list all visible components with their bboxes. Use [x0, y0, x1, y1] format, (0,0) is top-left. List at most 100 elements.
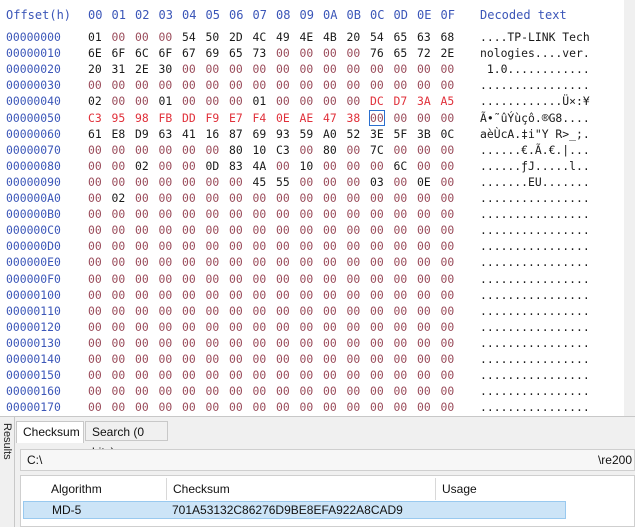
hex-byte[interactable]: 80 — [323, 143, 337, 157]
hex-byte[interactable]: 00 — [370, 272, 384, 286]
hex-byte[interactable]: 00 — [276, 384, 290, 398]
hex-byte[interactable]: 10 — [253, 143, 267, 157]
hex-byte[interactable]: 00 — [300, 400, 314, 414]
hex-byte[interactable]: 00 — [88, 191, 102, 205]
hex-byte[interactable]: 00 — [88, 352, 102, 366]
hex-byte[interactable]: 00 — [300, 304, 314, 318]
hex-byte[interactable]: 00 — [276, 320, 290, 334]
hex-byte[interactable]: 00 — [229, 94, 243, 108]
hex-byte[interactable]: 03 — [370, 175, 384, 189]
hex-byte[interactable]: 00 — [323, 255, 337, 269]
hex-byte[interactable]: 00 — [135, 288, 149, 302]
hex-byte[interactable]: 00 — [300, 288, 314, 302]
hex-byte[interactable]: 00 — [323, 384, 337, 398]
hex-byte[interactable]: 00 — [417, 143, 431, 157]
hex-byte[interactable]: 00 — [323, 272, 337, 286]
hex-byte[interactable]: 00 — [323, 175, 337, 189]
hex-byte[interactable]: 02 — [88, 94, 102, 108]
hex-byte[interactable]: 00 — [370, 336, 384, 350]
hex-byte[interactable]: 67 — [182, 46, 196, 60]
hex-byte[interactable]: 00 — [300, 368, 314, 382]
hex-byte[interactable]: 00 — [135, 368, 149, 382]
hex-byte[interactable]: 00 — [182, 191, 196, 205]
hex-byte[interactable]: 0D — [206, 159, 220, 173]
hex-byte[interactable]: 00 — [206, 320, 220, 334]
hex-byte[interactable]: 00 — [417, 352, 431, 366]
hex-byte[interactable]: 00 — [394, 143, 408, 157]
hex-byte[interactable]: 00 — [347, 175, 361, 189]
hex-byte[interactable]: 95 — [112, 111, 126, 125]
hex-byte[interactable]: 00 — [441, 62, 455, 76]
hex-byte[interactable]: 7C — [370, 143, 384, 157]
decoded-text-row[interactable]: ................ — [480, 368, 590, 382]
decoded-text-row[interactable]: ................ — [480, 272, 590, 286]
hex-byte[interactable]: 00 — [323, 78, 337, 92]
hex-byte[interactable]: 00 — [441, 320, 455, 334]
hex-byte[interactable]: 00 — [347, 384, 361, 398]
hex-byte[interactable]: 00 — [300, 46, 314, 60]
hex-byte[interactable]: 00 — [394, 223, 408, 237]
hex-byte[interactable]: 00 — [276, 191, 290, 205]
hex-byte[interactable]: 00 — [276, 239, 290, 253]
hex-byte[interactable]: 4A — [253, 159, 267, 173]
hex-byte[interactable]: 00 — [441, 384, 455, 398]
decoded-text-row[interactable]: ................ — [480, 304, 590, 318]
hex-byte[interactable]: 00 — [229, 207, 243, 221]
decoded-text-row[interactable]: ................ — [480, 239, 590, 253]
hex-byte[interactable]: 00 — [159, 288, 173, 302]
hex-byte[interactable]: 00 — [417, 272, 431, 286]
hex-byte[interactable]: 63 — [159, 127, 173, 141]
hex-byte[interactable]: 00 — [253, 78, 267, 92]
hex-byte[interactable]: 00 — [276, 94, 290, 108]
col-header-algorithm[interactable]: Algorithm — [51, 480, 102, 498]
hex-byte[interactable]: 00 — [300, 239, 314, 253]
hex-byte[interactable]: 00 — [112, 368, 126, 382]
hex-byte[interactable]: 00 — [112, 336, 126, 350]
hex-byte[interactable]: 87 — [229, 127, 243, 141]
hex-byte[interactable]: 00 — [182, 175, 196, 189]
hex-byte[interactable]: 00 — [159, 175, 173, 189]
hex-byte[interactable]: 00 — [276, 368, 290, 382]
hex-byte[interactable]: 00 — [417, 191, 431, 205]
hex-byte[interactable]: 38 — [347, 111, 361, 125]
hex-byte[interactable]: 00 — [394, 320, 408, 334]
hex-byte[interactable]: 00 — [135, 400, 149, 414]
hex-byte[interactable]: 00 — [441, 143, 455, 157]
hex-byte[interactable]: 00 — [323, 207, 337, 221]
hex-byte[interactable]: F9 — [206, 111, 220, 125]
hex-byte[interactable]: 00 — [370, 78, 384, 92]
hex-byte[interactable]: 00 — [370, 352, 384, 366]
hex-byte[interactable]: 00 — [159, 400, 173, 414]
hex-byte[interactable]: 00 — [394, 78, 408, 92]
hex-byte[interactable]: 00 — [276, 304, 290, 318]
hex-byte[interactable]: 00 — [229, 223, 243, 237]
hex-byte[interactable]: 50 — [206, 30, 220, 44]
hex-byte[interactable]: 00 — [253, 304, 267, 318]
hex-byte[interactable]: 69 — [206, 46, 220, 60]
hex-byte[interactable]: 00 — [159, 191, 173, 205]
hex-byte[interactable]: 00 — [323, 400, 337, 414]
hex-byte[interactable]: 00 — [229, 400, 243, 414]
hex-byte[interactable]: 01 — [253, 94, 267, 108]
hex-byte[interactable]: 00 — [347, 239, 361, 253]
hex-byte[interactable]: 00 — [229, 62, 243, 76]
hex-byte[interactable]: 00 — [441, 272, 455, 286]
hex-byte[interactable]: 00 — [370, 62, 384, 76]
decoded-text-row[interactable]: Ã•˜ûÝùçô.®G8.... — [480, 111, 590, 125]
hex-byte[interactable]: 00 — [300, 255, 314, 269]
hex-byte[interactable]: 3E — [370, 127, 384, 141]
decoded-text-row[interactable]: ......€.Ã.€.|... — [480, 143, 590, 157]
hex-byte[interactable]: 00 — [229, 384, 243, 398]
hex-byte[interactable]: 00 — [276, 78, 290, 92]
hex-byte[interactable]: 00 — [88, 368, 102, 382]
hex-byte[interactable]: 00 — [112, 207, 126, 221]
hex-byte[interactable]: 00 — [112, 272, 126, 286]
hex-byte[interactable]: 47 — [323, 111, 337, 125]
hex-byte[interactable]: 00 — [88, 255, 102, 269]
hex-byte[interactable]: 2D — [229, 30, 243, 44]
hex-byte[interactable]: 00 — [253, 368, 267, 382]
hex-byte[interactable]: 00 — [88, 175, 102, 189]
hex-byte[interactable]: FB — [159, 111, 173, 125]
hex-byte[interactable]: 00 — [206, 368, 220, 382]
hex-byte[interactable]: 59 — [300, 127, 314, 141]
